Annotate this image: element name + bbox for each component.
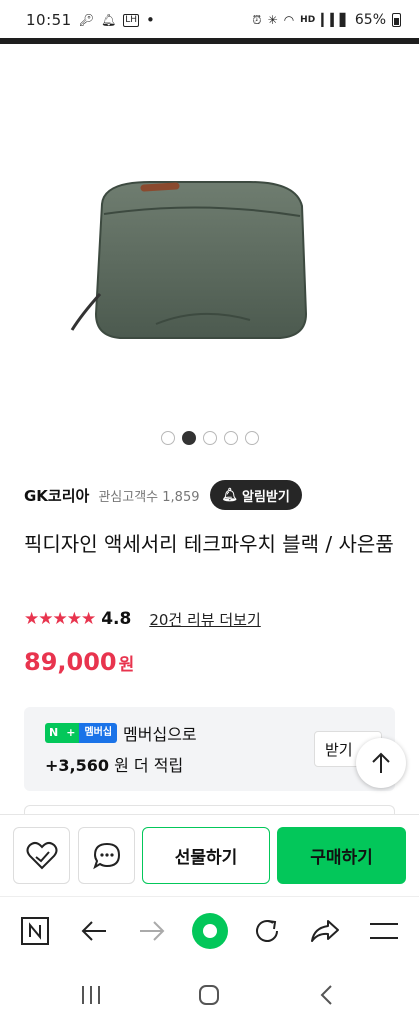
wishlist-button[interactable] — [13, 827, 70, 884]
seller-row: GK코리아 관심고객수 1,859 🔔︎ 알림받기 — [24, 480, 404, 510]
heart-check-icon — [26, 841, 57, 869]
arrow-left-icon — [81, 921, 106, 941]
rating-score: 4.8 — [101, 609, 132, 629]
badge-n: N — [45, 723, 63, 743]
carousel-dot-active[interactable] — [181, 431, 196, 445]
naver-home-button[interactable] — [15, 911, 55, 951]
browser-toolbar — [0, 896, 419, 964]
membership-line2: +3,560 원 더 적립 — [45, 752, 183, 776]
receive-label: 받기 — [325, 740, 353, 759]
carousel-indicator — [0, 431, 419, 445]
status-bar: 10:51 🔑︎ 🔔︎ LH • ⏰︎ ✳ ◠ HD ▎▍▋ 65% — [0, 0, 419, 40]
membership-benefit-box: N + 멤버십 멤버십으로 +3,560 원 더 적립 받기 — [24, 707, 395, 791]
badge-plus: + — [62, 723, 80, 743]
alarm-clock-icon: ⏰︎ — [252, 12, 262, 27]
price: 89,000 원 — [24, 648, 134, 676]
lh-badge: LH — [123, 13, 139, 27]
wifi-icon: ◠ — [283, 13, 295, 27]
price-unit: 원 — [118, 655, 135, 675]
talk-button[interactable] — [78, 827, 135, 884]
membership-text: 멤버십으로 — [123, 725, 197, 744]
product-image[interactable] — [60, 174, 320, 384]
share-button[interactable] — [305, 911, 345, 951]
carousel-dot[interactable] — [244, 431, 259, 445]
carousel-dot[interactable] — [202, 431, 217, 445]
product-title: 픽디자인 액세서리 테크파우치 블랙 / 사은품 — [24, 532, 394, 556]
arrow-right-icon — [140, 921, 165, 941]
green-dot-button[interactable] — [190, 911, 230, 951]
green-dot-icon — [192, 913, 228, 949]
hamburger-icon — [370, 923, 398, 939]
follower-count: 관심고객수 1,859 — [98, 489, 200, 505]
gift-button[interactable]: 선물하기 — [142, 827, 270, 884]
naver-n-icon — [21, 917, 49, 945]
hd-label: HD — [300, 15, 316, 25]
home-icon — [199, 985, 219, 1005]
bell-plus-icon: 🔔︎ — [221, 487, 239, 503]
status-time: 10:51 — [26, 11, 72, 29]
chat-icon — [92, 842, 120, 869]
store-name[interactable]: GK코리아 — [24, 485, 89, 506]
refresh-button[interactable] — [247, 911, 287, 951]
buy-button[interactable]: 구매하기 — [277, 827, 406, 884]
chevron-left-icon — [320, 985, 332, 1005]
signal-icon: ▎▍▋ — [321, 13, 349, 27]
home-button[interactable] — [194, 980, 224, 1010]
key-icon: 🔑︎ — [78, 13, 94, 27]
review-more-link[interactable]: 20건 리뷰 더보기 — [149, 609, 260, 630]
battery-icon — [392, 13, 401, 27]
alarm-subscribe-button[interactable]: 🔔︎ 알림받기 — [209, 480, 302, 510]
membership-line1: N + 멤버십 멤버십으로 — [45, 721, 197, 745]
membership-points: +3,560 — [45, 756, 110, 775]
notification-dot: • — [146, 11, 155, 29]
badge-label: 멤버십 — [79, 723, 118, 743]
system-nav-bar — [0, 964, 419, 1024]
forward-button[interactable] — [132, 911, 172, 951]
arrow-up-icon — [372, 752, 390, 773]
alarm-subscribe-label: 알림받기 — [242, 489, 290, 505]
menu-button[interactable] — [364, 911, 404, 951]
naver-plus-membership-badge: N + 멤버십 — [45, 723, 118, 743]
scroll-top-button[interactable] — [356, 738, 406, 788]
bell-icon: 🔔︎ — [100, 13, 117, 27]
carousel-dot[interactable] — [223, 431, 238, 445]
carousel-dot[interactable] — [160, 431, 175, 445]
purchase-action-bar: 선물하기 구매하기 — [0, 814, 419, 896]
rating-row: ★★★★★ 4.8 20건 리뷰 더보기 — [24, 607, 261, 631]
back-button[interactable] — [74, 911, 114, 951]
membership-points-suffix: 원 더 적립 — [114, 756, 184, 775]
refresh-icon — [256, 920, 278, 942]
system-back-button[interactable] — [311, 980, 341, 1010]
product-image-carousel[interactable] — [0, 44, 419, 416]
recents-button[interactable] — [76, 980, 106, 1010]
bluetooth-icon: ✳ — [267, 13, 278, 27]
battery-percent: 65% — [354, 12, 386, 28]
star-rating-icons: ★★★★★ — [24, 609, 96, 629]
price-value: 89,000 — [24, 648, 117, 676]
share-icon — [311, 920, 339, 942]
recents-icon — [82, 986, 100, 1004]
